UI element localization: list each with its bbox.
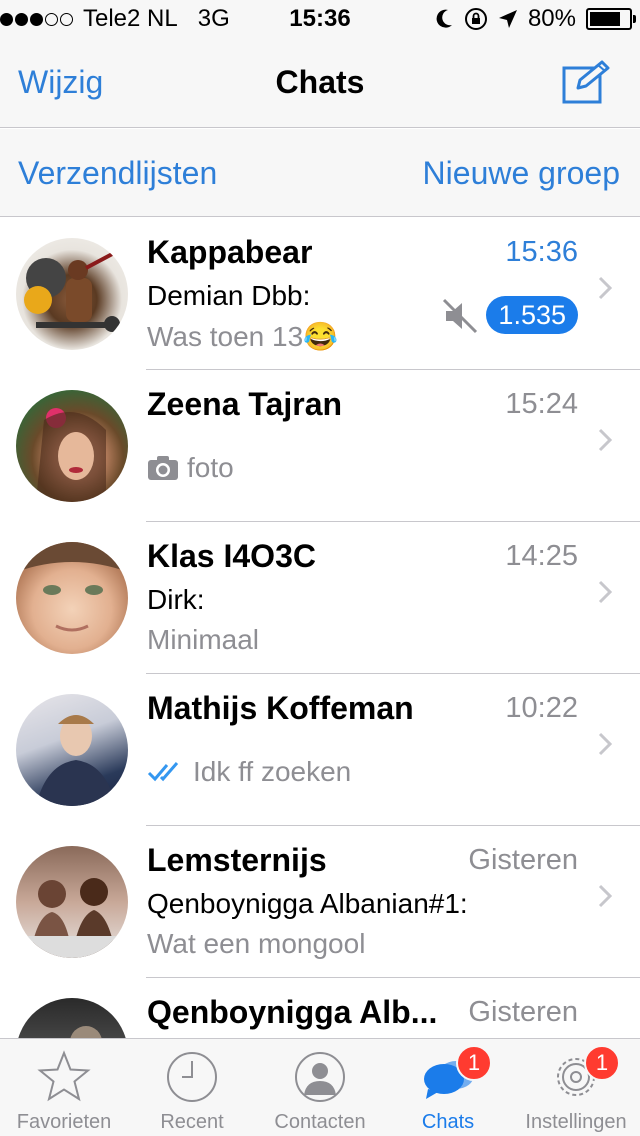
- status-bar: Tele2 NL 3G 15:36 80%: [0, 0, 640, 40]
- moon-icon: [436, 9, 452, 28]
- chat-time: Gisteren: [468, 844, 578, 876]
- clock-icon: [167, 1052, 217, 1102]
- battery-percent: 80%: [527, 5, 576, 32]
- chats-badge: 1: [456, 1045, 492, 1081]
- tab-label: Chats: [421, 1111, 475, 1133]
- compose-icon[interactable]: [562, 60, 610, 104]
- chat-name: Lemsternijs: [147, 842, 327, 878]
- broadcast-lists-button[interactable]: Verzendlijsten: [18, 155, 217, 192]
- chat-time: 15:24: [505, 388, 578, 420]
- chat-row[interactable]: Mathijs Koffeman 10:22 Idk ff zoeken: [0, 674, 640, 826]
- chat-preview: Minimaal: [147, 624, 259, 656]
- tab-chats[interactable]: 1 Chats: [384, 1039, 512, 1136]
- chat-row[interactable]: Lemsternijs Gisteren Qenboynigga Albania…: [0, 826, 640, 978]
- tab-favorites[interactable]: Favorieten: [0, 1039, 128, 1136]
- muted-icon: [442, 298, 478, 334]
- tab-label: Recent: [160, 1111, 224, 1133]
- chat-preview-text: foto: [187, 452, 234, 483]
- avatar: [16, 238, 128, 350]
- tab-label: Instellingen: [525, 1111, 627, 1133]
- chevron-right-icon: [598, 884, 612, 908]
- chevron-right-icon: [598, 732, 612, 756]
- list-actions-bar: Verzendlijsten Nieuwe groep: [0, 129, 640, 217]
- chat-preview: foto: [147, 452, 234, 484]
- star-icon: [37, 1050, 91, 1102]
- chat-name: Klas I4O3C: [147, 538, 316, 574]
- avatar: [16, 390, 128, 502]
- avatar: [16, 846, 128, 958]
- tab-label: Favorieten: [16, 1111, 112, 1133]
- chat-time: 14:25: [505, 540, 578, 572]
- page-title: Chats: [275, 64, 365, 100]
- chat-list: Kappabear 15:36 Demian Dbb: Was toen 13😂…: [0, 218, 640, 1038]
- unread-badge: 1.535: [486, 296, 578, 334]
- tab-settings[interactable]: 1 Instellingen: [512, 1039, 640, 1136]
- avatar: [16, 998, 128, 1038]
- chat-row[interactable]: Kappabear 15:36 Demian Dbb: Was toen 13😂…: [0, 218, 640, 370]
- chat-row[interactable]: Qenboynigga Alb... Gisteren: [0, 978, 640, 1038]
- chat-sender: Demian Dbb:: [147, 280, 311, 311]
- chat-preview-text: Idk ff zoeken: [193, 756, 352, 787]
- chevron-right-icon: [598, 580, 612, 604]
- chat-row[interactable]: Klas I4O3C 14:25 Dirk: Minimaal: [0, 522, 640, 674]
- chevron-right-icon: [598, 428, 612, 452]
- location-icon: [498, 10, 517, 28]
- avatar: [16, 694, 128, 806]
- tab-contacts[interactable]: Contacten: [256, 1039, 384, 1136]
- camera-icon: [148, 456, 178, 480]
- chat-row[interactable]: Zeena Tajran 15:24 foto: [0, 370, 640, 522]
- chat-name: Mathijs Koffeman: [147, 690, 414, 726]
- chat-sender: Qenboynigga Albanian#1:: [147, 888, 468, 919]
- chat-preview-text: Wat een mongool: [147, 928, 366, 959]
- double-check-icon: [147, 762, 179, 782]
- contact-icon: [295, 1052, 345, 1102]
- chat-preview-text: Was toen 13😂: [147, 321, 339, 352]
- new-group-button[interactable]: Nieuwe groep: [423, 155, 620, 192]
- navigation-bar: Wijzig Chats: [0, 40, 640, 128]
- chat-sender: Dirk:: [147, 584, 205, 615]
- chat-preview: Was toen 13😂: [147, 320, 338, 353]
- chat-time: 10:22: [505, 692, 578, 724]
- rotation-lock-icon: [464, 8, 487, 30]
- chat-preview-text: Minimaal: [147, 624, 260, 655]
- settings-badge: 1: [584, 1045, 620, 1081]
- avatar: [16, 542, 128, 654]
- chat-preview: Idk ff zoeken: [147, 756, 351, 788]
- chat-preview: Wat een mongool: [147, 928, 365, 960]
- chat-time: Gisteren: [468, 996, 578, 1028]
- battery-icon: [586, 8, 636, 30]
- chat-time: 15:36: [505, 236, 578, 268]
- chevron-right-icon: [598, 276, 612, 300]
- chat-name: Qenboynigga Alb...: [147, 994, 438, 1030]
- tab-label: Contacten: [274, 1111, 366, 1133]
- tab-recent[interactable]: Recent: [128, 1039, 256, 1136]
- tab-bar: Favorieten Recent Contacten 1 Chats 1 In…: [0, 1038, 640, 1136]
- chat-name: Zeena Tajran: [147, 386, 343, 422]
- chat-name: Kappabear: [147, 234, 313, 270]
